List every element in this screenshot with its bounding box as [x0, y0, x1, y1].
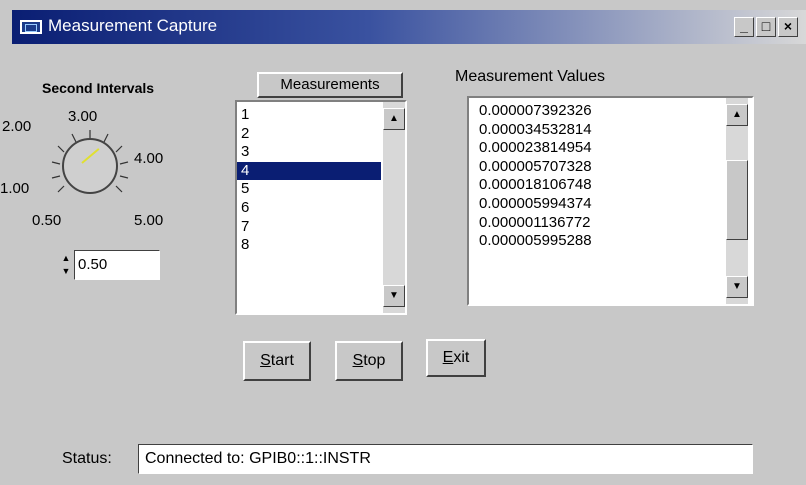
exit-label: xit — [453, 349, 470, 366]
status-field: Connected to: GPIB0::1::INSTR — [138, 444, 753, 474]
exit-button[interactable]: Exit — [426, 339, 486, 377]
dial-tick: 5.00 — [134, 212, 164, 229]
status-label: Status: — [62, 450, 112, 467]
exit-hotkey: E — [442, 349, 454, 366]
spinner-arrows-icon[interactable]: ▲ ▼ — [60, 252, 72, 278]
dial-tick: 2.00 — [2, 118, 32, 135]
list-item[interactable]: 1 — [237, 106, 405, 125]
value-item[interactable]: 0.000034532814 — [475, 121, 752, 140]
list-item[interactable]: 6 — [237, 199, 405, 218]
maximize-button[interactable]: □ — [756, 17, 776, 37]
values-scrollbar[interactable]: ▲ ▼ — [726, 98, 748, 304]
measurements-scrollbar[interactable]: ▲ ▼ — [383, 102, 405, 313]
dial-tick: 0.50 — [32, 212, 62, 229]
value-item[interactable]: 0.000005994374 — [475, 195, 752, 214]
list-item[interactable]: 2 — [237, 125, 405, 144]
start-button[interactable]: Start — [243, 341, 311, 381]
app-icon — [20, 20, 42, 34]
value-item[interactable]: 0.000018106748 — [475, 176, 752, 195]
interval-spinner[interactable]: ▲ ▼ 0.50 — [60, 250, 160, 280]
measurement-capture-window: Measurement Capture _ □ × Second Interva… — [0, 0, 806, 485]
stop-button[interactable]: Stop — [335, 341, 403, 381]
dial-label: Second Intervals — [42, 80, 155, 96]
title-bar[interactable]: Measurement Capture _ □ × — [12, 10, 806, 44]
list-item[interactable]: 5 — [237, 180, 405, 199]
value-item[interactable]: 0.000001136772 — [475, 214, 752, 233]
list-item[interactable]: 7 — [237, 218, 405, 237]
list-item-selected[interactable]: 4 — [237, 161, 381, 181]
up-arrow-icon[interactable]: ▲ — [383, 108, 405, 130]
start-hotkey: S — [260, 352, 271, 369]
measurements-header[interactable]: Measurements — [257, 72, 403, 98]
down-arrow-icon[interactable]: ▼ — [383, 285, 405, 307]
start-label: tart — [270, 352, 294, 369]
minimize-button[interactable]: _ — [734, 17, 754, 37]
close-button[interactable]: × — [778, 17, 798, 37]
up-arrow-icon[interactable]: ▲ — [726, 104, 748, 126]
measurements-listbox[interactable]: 1 2 3 4 5 6 7 8 ▲ ▼ — [235, 100, 407, 315]
interval-dial[interactable]: 2.00 3.00 4.00 1.00 0.50 5.00 — [0, 100, 220, 240]
values-header: Measurement Values — [455, 68, 605, 85]
value-item[interactable]: 0.000007392326 — [475, 102, 752, 121]
value-item[interactable]: 0.000023814954 — [475, 139, 752, 158]
values-listbox[interactable]: 0.000007392326 0.000034532814 0.00002381… — [467, 96, 754, 306]
stop-label: top — [363, 352, 386, 369]
dial-tick: 1.00 — [0, 180, 30, 197]
dial-knob[interactable] — [62, 138, 118, 194]
list-item[interactable]: 8 — [237, 236, 405, 255]
stop-hotkey: S — [352, 352, 364, 369]
down-arrow-icon[interactable]: ▼ — [726, 276, 748, 298]
interval-input[interactable]: 0.50 — [74, 250, 160, 280]
list-item[interactable]: 3 — [237, 143, 405, 162]
dial-tick: 4.00 — [134, 150, 164, 167]
value-item[interactable]: 0.000005707328 — [475, 158, 752, 177]
value-item[interactable]: 0.000005995288 — [475, 232, 752, 251]
scroll-thumb[interactable] — [726, 160, 748, 240]
window-title: Measurement Capture — [48, 16, 218, 35]
